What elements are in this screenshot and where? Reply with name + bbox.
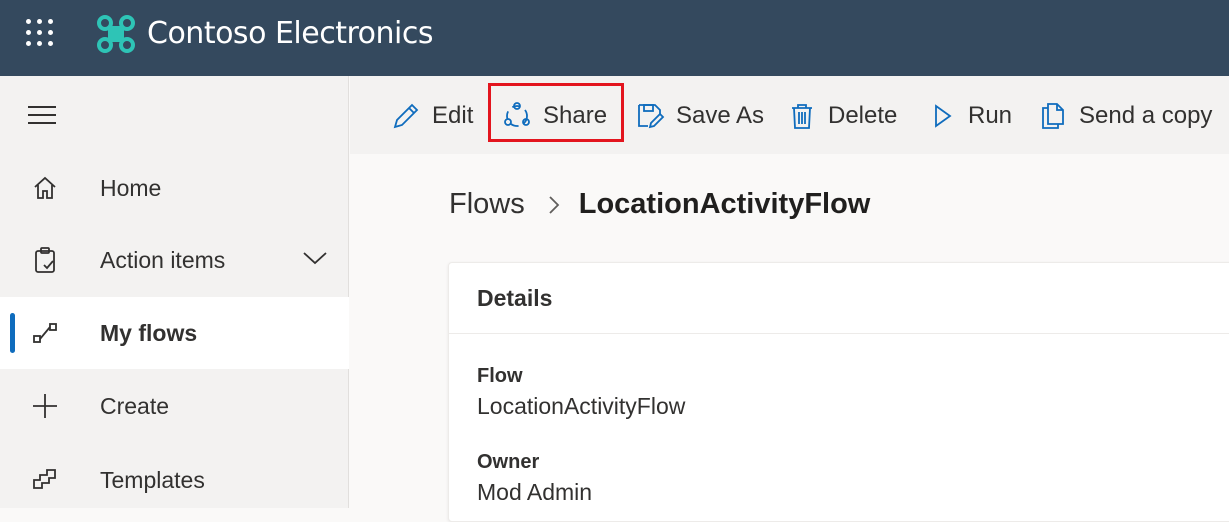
delete-label: Delete xyxy=(828,102,898,129)
breadcrumb-flows-link[interactable]: Flows xyxy=(449,188,525,221)
sidebar-item-action-items[interactable]: Action items xyxy=(0,224,349,296)
save-as-icon xyxy=(634,100,666,132)
top-bar: Contoso Electronics xyxy=(0,0,1229,76)
run-button[interactable]: Run xyxy=(926,98,1012,134)
active-indicator xyxy=(10,313,15,353)
owner-label: Owner xyxy=(477,451,540,473)
app-launcher-icon[interactable] xyxy=(26,19,56,49)
hamburger-menu-icon[interactable] xyxy=(28,106,56,130)
save-as-button[interactable]: Save As xyxy=(634,98,764,134)
edit-button[interactable]: Edit xyxy=(390,98,473,134)
divider xyxy=(449,333,1229,334)
chevron-down-icon[interactable] xyxy=(302,250,328,271)
trash-icon xyxy=(786,100,818,132)
sidebar-item-create[interactable]: Create xyxy=(0,370,349,442)
chevron-right-icon xyxy=(547,194,561,216)
owner-value: Mod Admin xyxy=(477,479,593,505)
send-a-copy-button[interactable]: Send a copy xyxy=(1037,98,1212,134)
sidebar-item-label: Action items xyxy=(100,246,226,273)
send-a-copy-label: Send a copy xyxy=(1079,102,1213,129)
sidebar-item-label: Templates xyxy=(100,466,205,493)
sidebar-item-label: Create xyxy=(100,392,170,419)
app-name[interactable]: Contoso Electronics xyxy=(147,16,433,51)
sidebar-item-home[interactable]: Home xyxy=(0,152,349,224)
plus-icon xyxy=(30,391,60,421)
sidebar-item-templates[interactable]: Templates xyxy=(0,444,349,516)
flow-label: Flow xyxy=(477,365,523,387)
run-label: Run xyxy=(968,102,1013,129)
sidebar-item-label: My flows xyxy=(100,319,198,346)
home-icon xyxy=(30,173,60,203)
edit-label: Edit xyxy=(432,102,474,129)
command-bar: Edit Share Save As Delete Run Send a cop… xyxy=(350,76,1229,154)
details-card: Details Flow LocationActivityFlow Owner … xyxy=(448,262,1229,522)
pencil-icon xyxy=(390,100,422,132)
share-highlight-box xyxy=(488,83,624,142)
copy-icon xyxy=(1037,100,1069,132)
sidebar-item-label: Home xyxy=(100,174,162,201)
details-title: Details xyxy=(477,285,553,311)
left-navigation: Home Action items My flows Create Templa… xyxy=(0,76,349,508)
clipboard-check-icon xyxy=(30,245,60,275)
sidebar-item-my-flows[interactable]: My flows xyxy=(0,297,349,369)
templates-icon xyxy=(30,465,60,495)
breadcrumb: Flows LocationActivityFlow xyxy=(449,188,870,221)
play-icon xyxy=(926,100,958,132)
save-as-label: Save As xyxy=(676,102,765,129)
contoso-logo-icon xyxy=(96,14,136,59)
flows-icon xyxy=(30,318,60,348)
delete-button[interactable]: Delete xyxy=(786,98,897,134)
flow-value: LocationActivityFlow xyxy=(477,393,686,419)
main-content: Flows LocationActivityFlow Details Flow … xyxy=(350,154,1229,522)
breadcrumb-current: LocationActivityFlow xyxy=(578,188,871,220)
